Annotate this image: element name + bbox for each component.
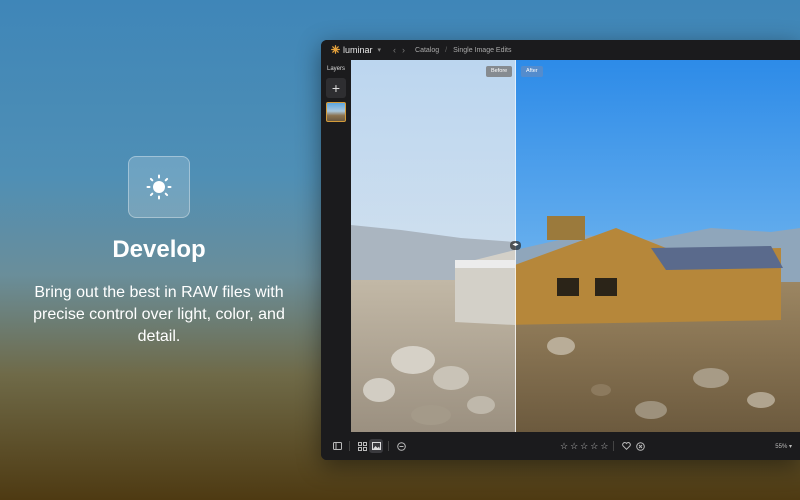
toolbar-divider [613,441,615,451]
app-name: luminar [343,45,373,55]
image-canvas[interactable]: ◂▸ Before After [351,60,800,432]
back-icon[interactable]: ‹ [393,45,396,55]
add-layer-button[interactable]: + [326,78,346,98]
star-icon[interactable]: ☆ [560,441,568,452]
star-icon[interactable]: ☆ [570,441,578,452]
single-view-icon[interactable] [369,439,383,453]
split-handle[interactable]: ◂▸ [510,241,521,250]
reject-icon[interactable] [633,439,647,453]
star-icon[interactable]: ☆ [590,441,598,452]
app-logo[interactable]: luminar ▾ [331,44,382,56]
luminar-logo-icon [331,44,340,56]
photo-preview [351,60,800,432]
toolbar-divider [388,441,389,451]
info-icon[interactable] [394,439,408,453]
breadcrumb: Catalog / Single Image Edits [415,47,511,54]
layers-label: Layers [326,66,345,72]
breadcrumb-separator: / [445,46,448,54]
toolbar-divider [349,441,350,451]
chevron-down-icon: ▾ [377,47,382,54]
promo-title: Develop [112,236,206,263]
history-nav: ‹ › [393,45,405,55]
star-rating: ☆ ☆ ☆ ☆ ☆ [560,441,608,452]
forward-icon[interactable]: › [402,45,405,55]
toggle-sidebar-icon[interactable] [330,439,344,453]
promo-description: Bring out the best in RAW files with pre… [33,284,285,345]
titlebar: luminar ▾ ‹ › Catalog / Single Image Edi… [321,40,800,60]
heart-icon[interactable] [619,439,633,453]
breadcrumb-single-image-edits[interactable]: Single Image Edits [453,47,511,54]
star-icon[interactable]: ☆ [580,441,588,452]
layer-thumbnail[interactable] [326,102,346,122]
promo-panel: Develop Bring out the best in RAW files … [28,156,290,348]
luminar-window: luminar ▾ ‹ › Catalog / Single Image Edi… [321,40,800,460]
before-label: Before [486,66,513,77]
chevron-down-icon: ▾ [788,443,792,450]
bottom-toolbar: ☆ ☆ ☆ ☆ ☆ 55% ▾ [321,432,800,460]
breadcrumb-catalog[interactable]: Catalog [415,47,439,54]
layers-sidebar: Layers + [321,60,351,432]
grid-view-icon[interactable] [355,439,369,453]
zoom-level[interactable]: 55% ▾ [775,443,792,450]
sun-icon [128,156,190,218]
star-icon[interactable]: ☆ [600,441,608,452]
plus-icon: + [331,80,341,96]
after-label: After [521,66,543,77]
zoom-value: 55% [775,443,788,450]
